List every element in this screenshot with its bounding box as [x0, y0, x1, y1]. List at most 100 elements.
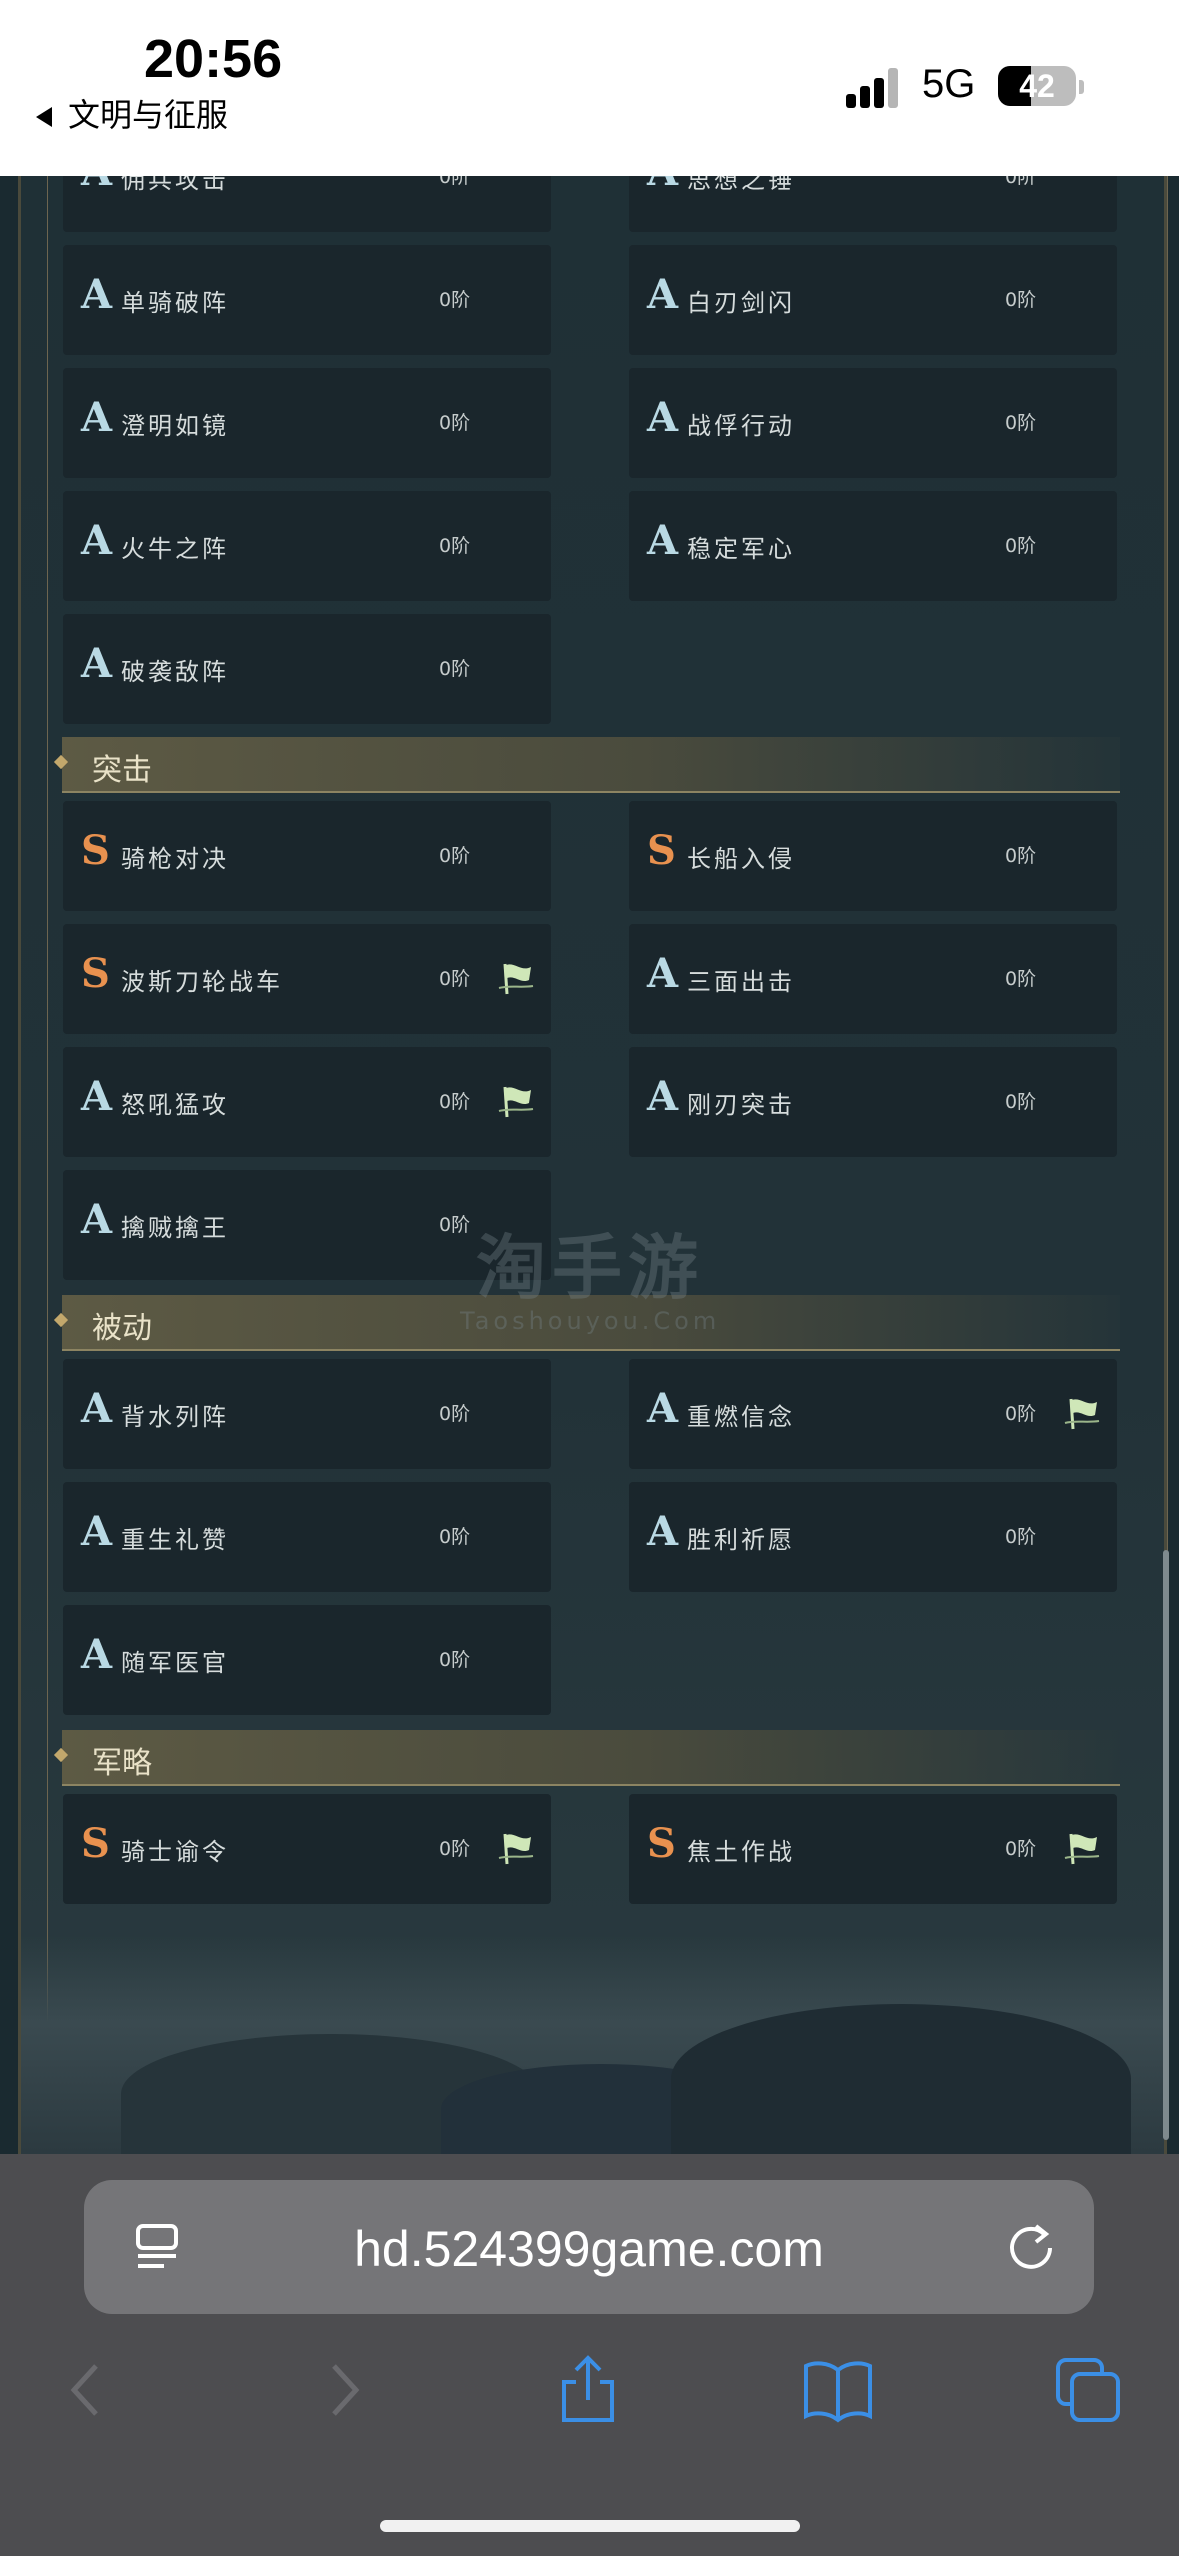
skill-rank: 0阶: [1005, 1838, 1037, 1860]
skill-card[interactable]: A 重生礼赞 0阶: [63, 1482, 551, 1592]
skill-rank: 0阶: [439, 1091, 471, 1113]
grade-badge: A: [81, 271, 113, 318]
skill-card[interactable]: S 骑士谕令 0阶: [63, 1794, 551, 1904]
grade-badge: A: [81, 394, 113, 441]
skill-rank: 0阶: [439, 535, 471, 557]
watermark-main: 淘手游: [476, 1227, 704, 1309]
skill-card[interactable]: S 波斯刀轮战车 0阶: [63, 924, 551, 1034]
skill-card[interactable]: A 单骑破阵 0阶: [63, 245, 551, 355]
skill-name: 骑士谕令: [121, 1838, 229, 1866]
section-header: 军略: [53, 1730, 1120, 1786]
grade-badge: A: [81, 1196, 113, 1243]
skill-name: 焦土作战: [687, 1838, 795, 1866]
skill-name: 重生礼赞: [121, 1526, 229, 1554]
skill-rank: 0阶: [439, 1403, 471, 1425]
skill-card[interactable]: S 焦土作战 0阶: [629, 1794, 1117, 1904]
skill-card[interactable]: A 随军医官 0阶: [63, 1605, 551, 1715]
skill-name: 随军医官: [121, 1649, 229, 1677]
grade-badge: S: [81, 827, 110, 874]
skill-rank: 0阶: [1005, 289, 1037, 311]
grade-badge: S: [81, 950, 110, 997]
skill-card[interactable]: A 背水列阵 0阶: [63, 1359, 551, 1469]
skill-name: 三面出击: [687, 968, 795, 996]
bookmarks-icon[interactable]: [802, 2354, 874, 2426]
section-title: 被动: [92, 1311, 152, 1346]
address-bar[interactable]: hd.524399game.com: [84, 2180, 1094, 2314]
skill-name: 刚刃突击: [687, 1091, 795, 1119]
skill-rank: 0阶: [439, 968, 471, 990]
tabs-icon[interactable]: [1052, 2354, 1124, 2426]
skill-rank: 0阶: [439, 289, 471, 311]
skill-card[interactable]: A 战俘行动 0阶: [629, 368, 1117, 478]
network-type: 5G: [922, 62, 976, 106]
skill-rank: 0阶: [1005, 412, 1037, 434]
skill-name: 怒吼猛攻: [121, 1091, 229, 1119]
back-to-app[interactable]: 文明与征服: [36, 90, 228, 136]
grade-badge: A: [647, 394, 679, 441]
skill-card[interactable]: A 火牛之阵 0阶: [63, 491, 551, 601]
skill-card[interactable]: A 破袭敌阵 0阶: [63, 614, 551, 724]
grade-badge: A: [647, 1073, 679, 1120]
grade-badge: A: [81, 517, 113, 564]
flag-icon: [498, 1086, 534, 1118]
skill-name: 白刃剑闪: [687, 289, 795, 317]
signal-icon: [846, 66, 906, 108]
section-header: 突击: [53, 737, 1120, 793]
skill-card[interactable]: A 胜利祈愿 0阶: [629, 1482, 1117, 1592]
skill-name: 澄明如镜: [121, 412, 229, 440]
skill-name: 胜利祈愿: [687, 1526, 795, 1554]
skill-rank: 0阶: [1005, 845, 1037, 867]
skill-card[interactable]: S 骑枪对决 0阶: [63, 801, 551, 911]
grade-badge: A: [81, 1508, 113, 1555]
battery-icon: 42: [998, 66, 1076, 106]
back-icon[interactable]: [52, 2354, 124, 2426]
flag-icon: [498, 963, 534, 995]
skill-rank: 0阶: [1005, 1526, 1037, 1548]
flag-icon: [1064, 1833, 1100, 1865]
skill-card[interactable]: A 白刃剑闪 0阶: [629, 245, 1117, 355]
skill-rank: 0阶: [1005, 535, 1037, 557]
skill-card[interactable]: A 刚刃突击 0阶: [629, 1047, 1117, 1157]
skill-rank: 0阶: [1005, 968, 1037, 990]
skill-card[interactable]: A 稳定军心 0阶: [629, 491, 1117, 601]
battery-level: 42: [1019, 68, 1055, 104]
skill-rank: 0阶: [1005, 1091, 1037, 1113]
skill-card[interactable]: A 三面出击 0阶: [629, 924, 1117, 1034]
grade-badge: A: [647, 1385, 679, 1432]
section-title: 突击: [92, 753, 152, 788]
grade-badge: S: [81, 1820, 110, 1867]
skill-card[interactable]: A 澄明如镜 0阶: [63, 368, 551, 478]
grade-badge: A: [647, 517, 679, 564]
reload-icon[interactable]: [1004, 2220, 1058, 2274]
grade-badge: A: [647, 950, 679, 997]
share-icon[interactable]: [552, 2354, 624, 2426]
home-indicator[interactable]: [380, 2520, 800, 2532]
skill-card[interactable]: A 怒吼猛攻 0阶: [63, 1047, 551, 1157]
scrollbar[interactable]: [1163, 1550, 1169, 2140]
skill-rank: 0阶: [439, 412, 471, 434]
skill-name: 波斯刀轮战车: [121, 968, 283, 996]
skill-rank: 0阶: [1005, 1403, 1037, 1425]
forward-icon[interactable]: [306, 2354, 378, 2426]
skill-rank: 0阶: [439, 845, 471, 867]
status-time: 20:56: [144, 29, 283, 89]
skill-name: 长船入侵: [687, 845, 795, 873]
browser-toolbar: hd.524399game.com: [0, 2154, 1179, 2556]
watermark-sub: Taoshouyou.Com: [460, 1307, 721, 1335]
skill-rank: 0阶: [439, 1649, 471, 1671]
back-app-label: 文明与征服: [68, 96, 229, 134]
skill-name: 背水列阵: [121, 1403, 229, 1431]
skill-name: 火牛之阵: [121, 535, 229, 563]
landscape-illustration: [21, 1936, 1164, 2154]
status-bar: 20:56 文明与征服 5G 42: [0, 0, 1179, 176]
skill-name: 稳定军心: [687, 535, 795, 563]
skill-rank: 0阶: [439, 658, 471, 680]
skill-rank: 0阶: [439, 1838, 471, 1860]
section-title: 军略: [92, 1746, 152, 1781]
skill-name: 战俘行动: [687, 412, 795, 440]
grade-badge: S: [647, 1820, 676, 1867]
url-text[interactable]: hd.524399game.com: [84, 2220, 1094, 2278]
skill-card[interactable]: S 长船入侵 0阶: [629, 801, 1117, 911]
grade-badge: A: [81, 1631, 113, 1678]
skill-card[interactable]: A 重燃信念 0阶: [629, 1359, 1117, 1469]
